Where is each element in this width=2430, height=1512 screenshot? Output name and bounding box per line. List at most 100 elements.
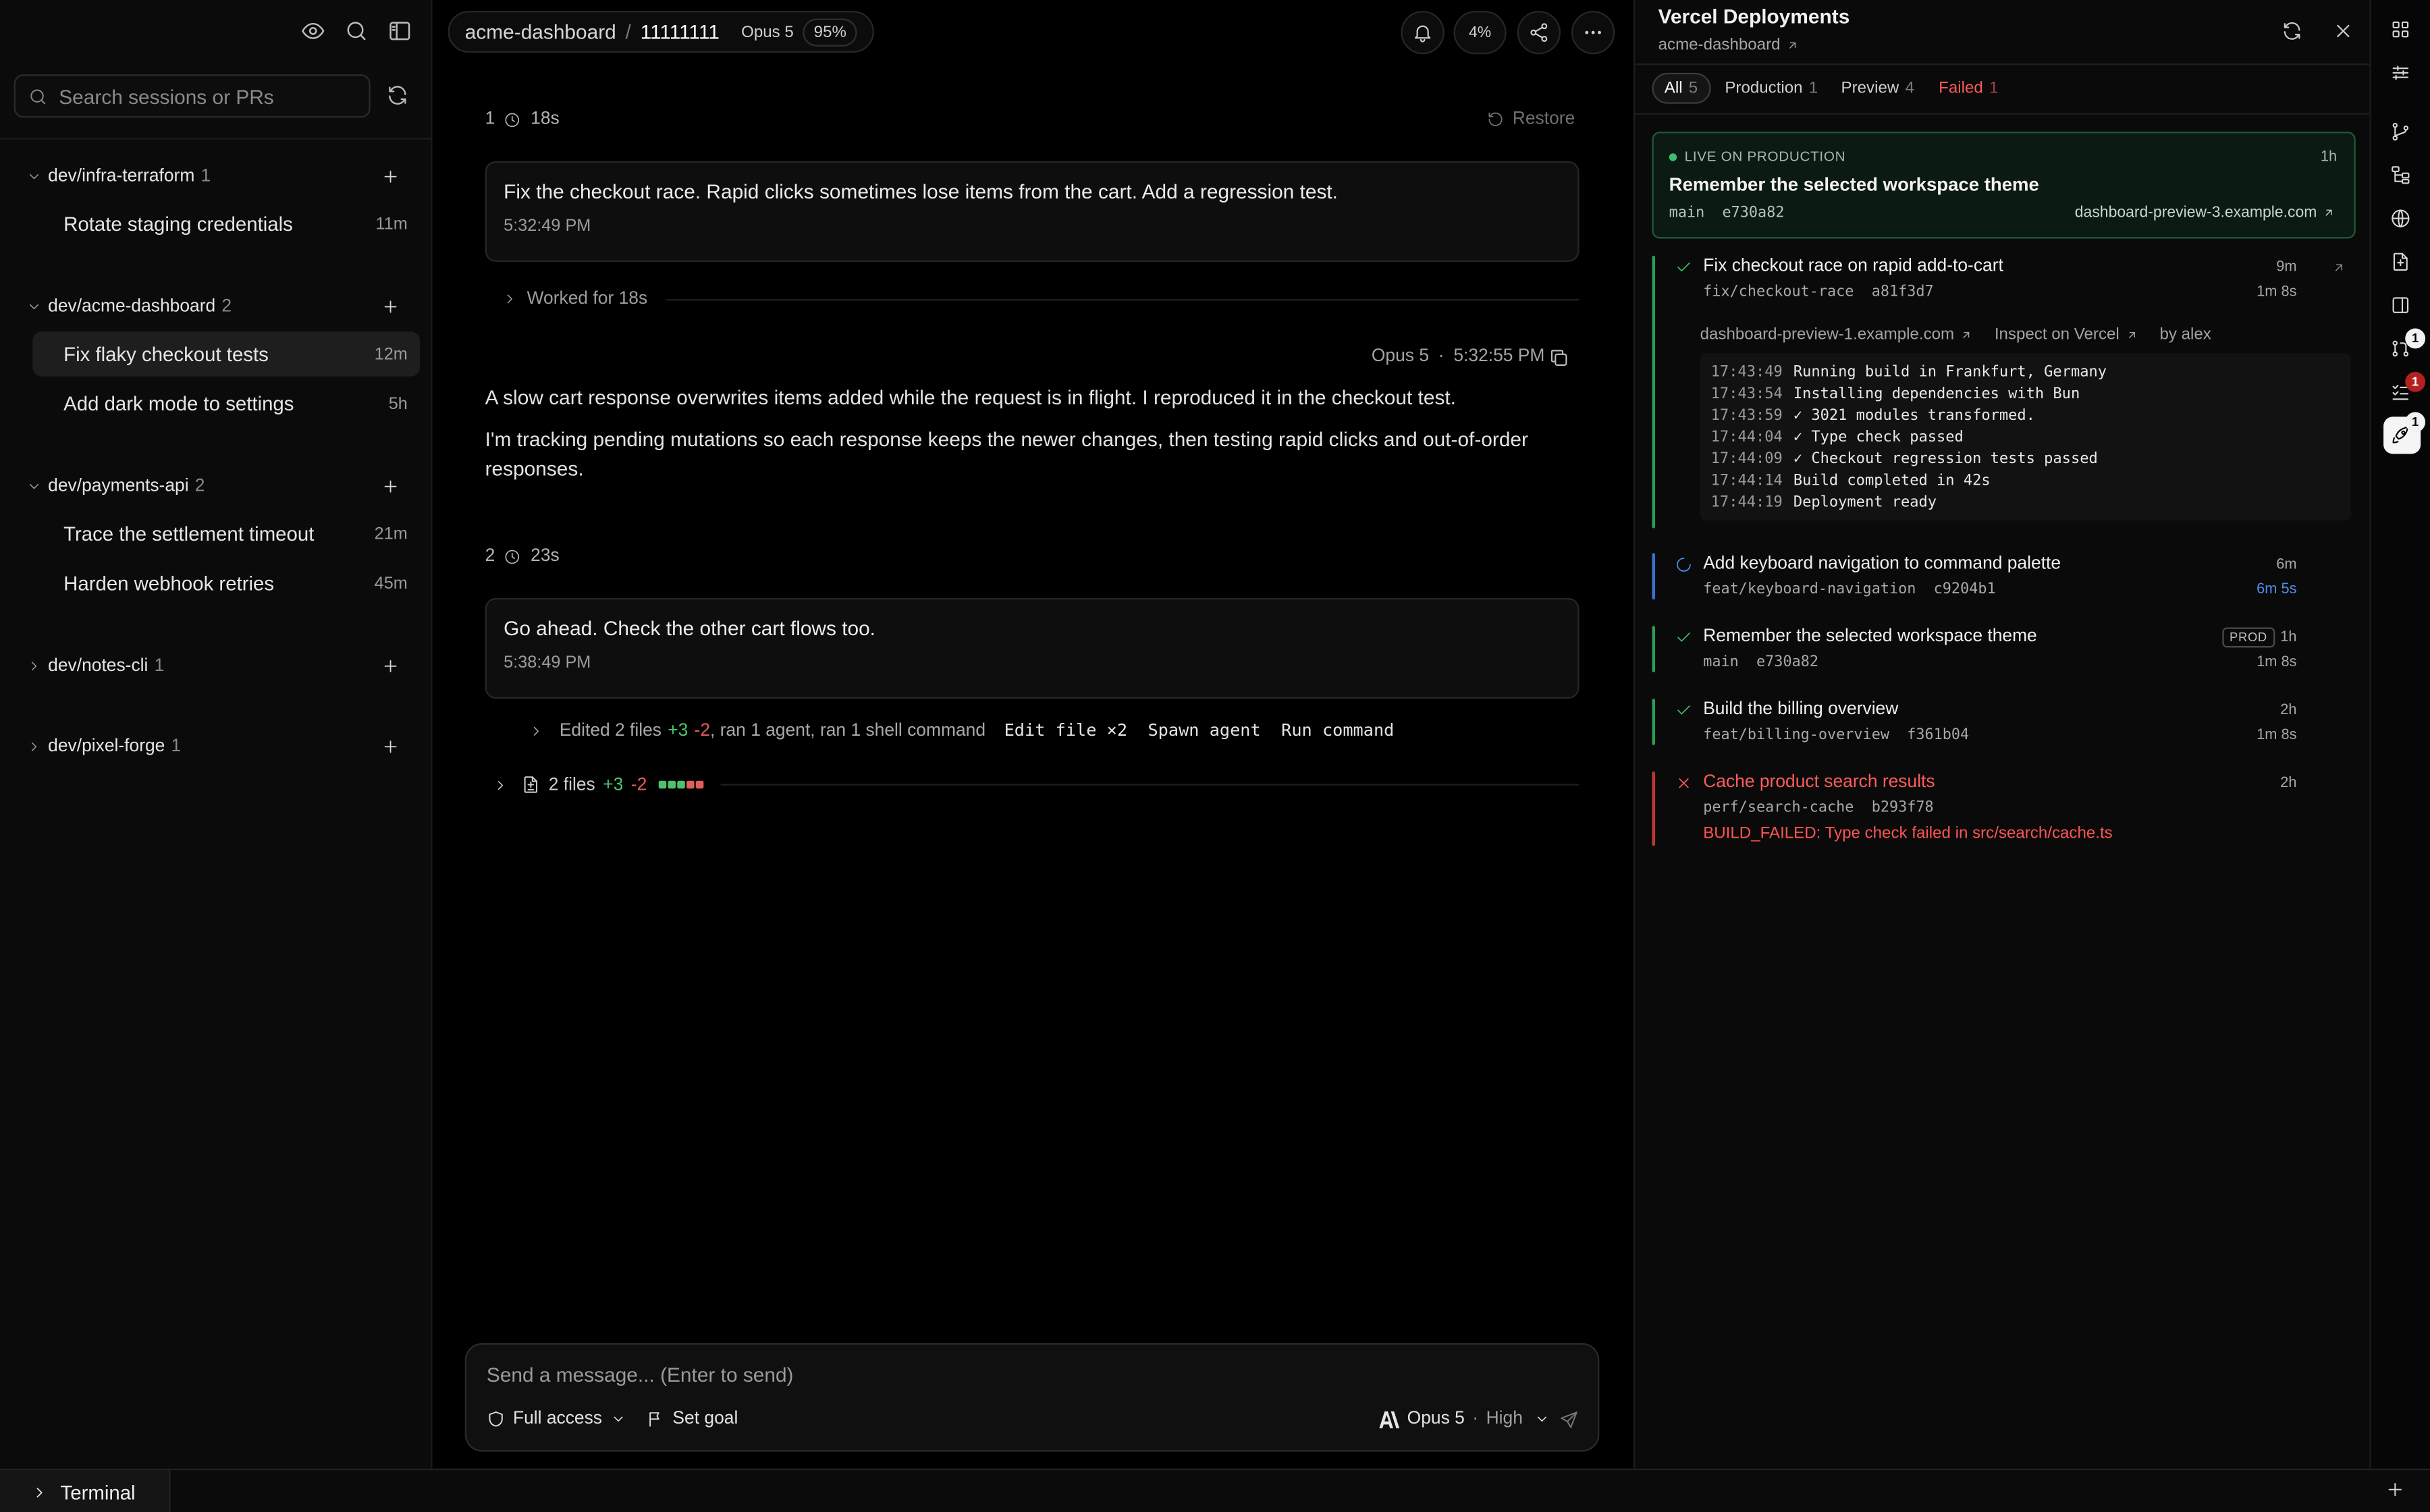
notifications-button[interactable] [1401,11,1444,55]
notification-badge: 1 [2405,371,2426,392]
more-button[interactable] [1571,11,1615,55]
breadcrumb-repo[interactable]: acme-dashboard [465,20,616,43]
log-message: Running build in Frankfurt, Germany [1793,364,2107,381]
session-item[interactable]: Trace the settlement timeout 21m [32,511,420,556]
plus-icon[interactable] [381,477,400,496]
repo-group-notes-cli[interactable]: dev/notes-cli 1 [0,649,433,683]
set-goal-button[interactable]: Set goal [646,1409,738,1429]
file-diff-icon[interactable] [2390,251,2411,273]
git-branch-icon[interactable] [2390,121,2411,142]
message-input[interactable] [486,1363,1557,1395]
flag-icon [646,1410,665,1429]
preview-url-link[interactable]: dashboard-preview-1.example.com [1700,325,1973,344]
production-url: dashboard-preview-3.example.com [2074,204,2317,222]
lines-removed: -2 [694,721,711,740]
sidebar-toggle-icon[interactable] [386,17,414,45]
session-item-active[interactable]: Fix flaky checkout tests 12m [32,331,421,377]
reply-model: Opus 5 [1371,347,1429,366]
preview-url: dashboard-preview-1.example.com [1700,325,1955,344]
project-name: acme-dashboard [1658,35,1781,55]
status-bar [1652,699,1656,745]
tree-icon[interactable] [2390,164,2411,186]
deployment-item-failed[interactable]: Cache product search results perf/search… [1652,771,2355,846]
set-goal-label: Set goal [672,1409,738,1429]
deployment-ref: main e730a82 [1669,205,1785,221]
panel-icon[interactable] [2390,294,2411,316]
grid-icon[interactable] [2390,19,2411,40]
access-mode-select[interactable]: Full access [487,1410,626,1428]
filter-all[interactable]: All 5 [1652,72,1710,104]
user-message-time: 5:38:49 PM [504,653,591,673]
filter-production[interactable]: Production 1 [1714,73,1829,104]
assistant-reply-paragraph: I'm tracking pending mutations so each r… [485,427,1528,481]
globe-icon[interactable] [2390,208,2411,230]
session-item[interactable]: Rotate staging credentials 11m [32,201,420,246]
external-link-icon [2321,206,2336,220]
inspect-link[interactable]: Inspect on Vercel [1995,325,2138,344]
project-link[interactable]: acme-dashboard [1658,35,1799,55]
filter-preview[interactable]: Preview 4 [1830,73,1925,104]
plus-icon[interactable] [381,167,400,186]
close-icon[interactable] [2332,20,2354,42]
clock-icon [504,111,521,128]
deployment-item[interactable]: Build the billing overview feat/billing-… [1652,699,2355,745]
refresh-icon[interactable] [2282,20,2303,42]
sliders-icon[interactable] [2390,62,2411,84]
session-item[interactable]: Harden webhook retries 45m [32,561,420,606]
model-select[interactable]: Opus 5 · High [1379,1410,1549,1428]
send-button[interactable] [1559,1410,1580,1430]
deployment-title: Remember the selected workspace theme [1703,627,2037,647]
log-time: 17:44:09 [1710,450,1783,468]
log-time: 17:43:49 [1710,364,1783,381]
deployment-ref: feat/billing-overview f361b04 [1703,726,1969,743]
open-external-icon[interactable] [2331,261,2346,276]
production-url-link[interactable]: dashboard-preview-3.example.com [2075,205,2336,221]
session-item[interactable]: Add dark mode to settings 5h [32,381,420,427]
filter-failed[interactable]: Failed 1 [1928,73,2009,104]
eye-icon[interactable] [299,17,327,45]
context-usage-badge: 95% [803,18,857,46]
share-button[interactable] [1517,11,1561,55]
worked-summary[interactable]: Worked for 18s [502,290,1580,308]
check-icon [1675,629,1692,646]
plus-icon[interactable] [381,737,400,756]
filter-label: Production [1725,79,1803,98]
breadcrumb[interactable]: acme-dashboard / 11111111 Opus 5 95% [448,11,875,53]
copy-icon[interactable] [1548,347,1570,369]
plus-icon[interactable] [381,657,400,676]
branch-name: fix/checkout-race [1703,284,1854,301]
branch-name: feat/keyboard-navigation [1703,580,1916,598]
live-production-card[interactable]: LIVE ON PRODUCTION 1h Remember the selec… [1652,132,2356,239]
divider [666,298,1580,300]
repo-group-payments-api[interactable]: dev/payments-api 2 [0,469,433,503]
usage-button[interactable]: 4% [1453,11,1507,55]
reply-meta: Opus 5 · 5:32:55 PM [1372,347,1545,366]
repo-group-pixel-forge[interactable]: dev/pixel-forge 1 [0,730,433,763]
edited-suffix: , ran 1 agent, ran 1 shell command [710,721,986,740]
diff-square [678,780,686,789]
restore-button[interactable]: Restore [1486,110,1575,128]
search-input[interactable] [59,84,354,108]
edit-summary[interactable]: Edited 2 files +3 -2, ran 1 agent, ran 1… [529,720,1395,740]
deployment-item[interactable]: Remember the selected workspace theme PR… [1652,626,2355,673]
changed-files-row[interactable]: 2 files +3 -2 [493,775,1580,795]
user-message: Go ahead. Check the other cart flows too… [485,597,1580,699]
plus-icon[interactable] [381,298,400,317]
user-message-text: Fix the checkout race. Rapid clicks some… [504,180,1339,203]
diff-square [687,780,695,789]
terminal-toggle[interactable]: Terminal [0,1470,171,1512]
assistant-reply-paragraph: A slow cart response overwrites items ad… [485,385,1456,409]
bell-icon [1412,22,1434,43]
search-icon[interactable] [342,17,370,45]
build-log: 17:43:49 Running build in Frankfurt, Germ… [1700,353,2351,521]
repo-group-infra-terraform[interactable]: dev/infra-terraform 1 [0,159,433,193]
deployment-item[interactable]: Add keyboard navigation to command palet… [1652,553,2355,600]
plus-icon[interactable] [2385,1480,2405,1500]
log-time: 17:44:19 [1710,494,1783,512]
session-search[interactable] [14,74,371,118]
refresh-icon[interactable] [386,84,409,107]
deployment-title: Build the billing overview [1703,700,1899,719]
chevron-right-icon [26,658,42,674]
repo-group-acme-dashboard[interactable]: dev/acme-dashboard 2 [0,290,433,323]
repo-count: 1 [154,657,165,676]
